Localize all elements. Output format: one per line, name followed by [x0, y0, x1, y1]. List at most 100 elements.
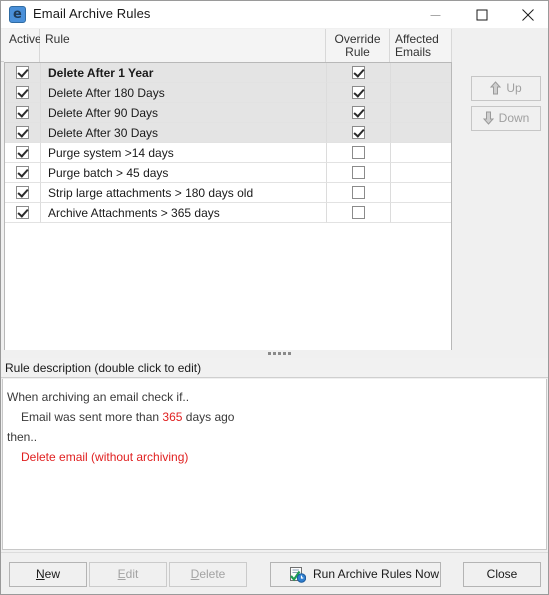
column-header-rule[interactable]: Rule — [40, 29, 326, 62]
move-up-button[interactable]: Up — [471, 76, 541, 101]
description-value: 365 — [162, 410, 183, 424]
table-row[interactable]: Delete After 30 Days — [5, 123, 451, 143]
delete-button-label: elete — [199, 567, 226, 581]
cell-active — [5, 83, 41, 103]
new-button[interactable]: New — [9, 562, 87, 587]
cell-override — [327, 203, 391, 223]
email-archive-rules-window: e Email Archive Rules Active Rule Overri… — [0, 0, 549, 595]
table-row[interactable]: Archive Attachments > 365 days — [5, 203, 451, 223]
cell-override — [327, 103, 391, 123]
cell-active — [5, 143, 41, 163]
cell-rule-name: Purge batch > 45 days — [41, 163, 327, 183]
cell-affected-emails — [391, 183, 451, 203]
close-window-button[interactable] — [505, 1, 549, 28]
column-header-affected[interactable]: Affected Emails — [390, 29, 452, 62]
minimize-button[interactable] — [413, 1, 458, 28]
column-header-affected-line1: Affected — [395, 32, 439, 46]
move-down-button[interactable]: Down — [471, 106, 541, 131]
run-archive-rules-label: Run Archive Rules Now — [313, 567, 440, 581]
table-row[interactable]: Purge system >14 days — [5, 143, 451, 163]
run-archive-rules-button[interactable]: Run Archive Rules Now — [270, 562, 441, 587]
active-checkbox[interactable] — [16, 206, 29, 219]
override-checkbox[interactable] — [352, 146, 365, 159]
override-checkbox[interactable] — [352, 206, 365, 219]
cell-affected-emails — [391, 203, 451, 223]
rule-description-body[interactable]: When archiving an email check if.. Email … — [2, 379, 547, 550]
cell-rule-name: Purge system >14 days — [41, 143, 327, 163]
maximize-button[interactable] — [459, 1, 504, 28]
new-button-mnemonic: N — [35, 567, 45, 581]
active-checkbox[interactable] — [16, 146, 29, 159]
cell-override — [327, 123, 391, 143]
splitter-dots — [268, 352, 291, 355]
edit-button[interactable]: Edit — [89, 562, 167, 587]
table-row[interactable]: Delete After 180 Days — [5, 83, 451, 103]
table-row[interactable]: Delete After 90 Days — [5, 103, 451, 123]
active-checkbox[interactable] — [16, 126, 29, 139]
description-text: days ago — [182, 410, 235, 424]
title-bar: e Email Archive Rules — [1, 1, 548, 28]
edit-button-mnemonic: E — [117, 567, 126, 581]
cell-active — [5, 63, 41, 83]
override-checkbox[interactable] — [352, 126, 365, 139]
cell-rule-name: Delete After 30 Days — [41, 123, 327, 143]
delete-button[interactable]: Delete — [169, 562, 247, 587]
cell-affected-emails — [391, 63, 451, 83]
cell-affected-emails — [391, 83, 451, 103]
window-title: Email Archive Rules — [33, 6, 151, 21]
rules-list[interactable]: Delete After 1 Year Delete After 180 Days… — [4, 62, 452, 353]
description-line: When archiving an email check if.. — [7, 390, 190, 404]
cell-rule-name: Strip large attachments > 180 days old — [41, 183, 327, 203]
override-checkbox[interactable] — [352, 66, 365, 79]
close-button[interactable]: Close — [463, 562, 541, 587]
cell-active — [5, 103, 41, 123]
cell-active — [5, 163, 41, 183]
arrow-up-icon — [490, 81, 502, 95]
description-line: Email was sent more than 365 days ago — [7, 407, 546, 427]
column-header-override-line1: Override — [334, 32, 381, 46]
cell-override — [327, 83, 391, 103]
cell-affected-emails — [391, 123, 451, 143]
table-row[interactable]: Purge batch > 45 days — [5, 163, 451, 183]
cell-rule-name: Delete After 180 Days — [41, 83, 327, 103]
cell-affected-emails — [391, 143, 451, 163]
cell-override — [327, 163, 391, 183]
override-checkbox[interactable] — [352, 86, 365, 99]
email-archive-icon: e — [9, 6, 26, 23]
arrow-down-icon — [482, 111, 494, 125]
cell-active — [5, 203, 41, 223]
column-header-active[interactable]: Active — [4, 29, 42, 62]
active-checkbox[interactable] — [16, 86, 29, 99]
description-line: then.. — [7, 430, 38, 444]
active-checkbox[interactable] — [16, 106, 29, 119]
minimize-icon — [430, 14, 440, 16]
rule-description-header: Rule description (double click to edit) — [1, 358, 548, 378]
active-checkbox[interactable] — [16, 166, 29, 179]
cell-rule-name: Archive Attachments > 365 days — [41, 203, 327, 223]
cell-affected-emails — [391, 163, 451, 183]
edit-button-label: dit — [125, 567, 139, 581]
override-checkbox[interactable] — [352, 186, 365, 199]
description-text: Email was sent more than — [21, 410, 163, 424]
override-checkbox[interactable] — [352, 166, 365, 179]
cell-affected-emails — [391, 103, 451, 123]
column-header-override[interactable]: Override Rule — [326, 29, 390, 62]
description-line: Delete email (without archiving) — [21, 450, 189, 464]
override-checkbox[interactable] — [352, 106, 365, 119]
app-icon-glyph: e — [13, 7, 22, 22]
cell-active — [5, 183, 41, 203]
cell-override — [327, 63, 391, 83]
table-row[interactable]: Strip large attachments > 180 days old — [5, 183, 451, 203]
active-checkbox[interactable] — [16, 186, 29, 199]
move-up-label: Up — [506, 81, 522, 96]
active-checkbox[interactable] — [16, 66, 29, 79]
table-row[interactable]: Delete After 1 Year — [5, 63, 451, 83]
cell-active — [5, 123, 41, 143]
splitter-handle[interactable] — [2, 350, 547, 358]
column-header-override-line2: Rule — [345, 45, 370, 59]
cell-override — [327, 143, 391, 163]
new-button-label: ew — [44, 567, 60, 581]
column-header-affected-line2: Emails — [395, 45, 432, 59]
delete-button-mnemonic: D — [190, 567, 200, 581]
move-down-label: Down — [498, 111, 530, 126]
